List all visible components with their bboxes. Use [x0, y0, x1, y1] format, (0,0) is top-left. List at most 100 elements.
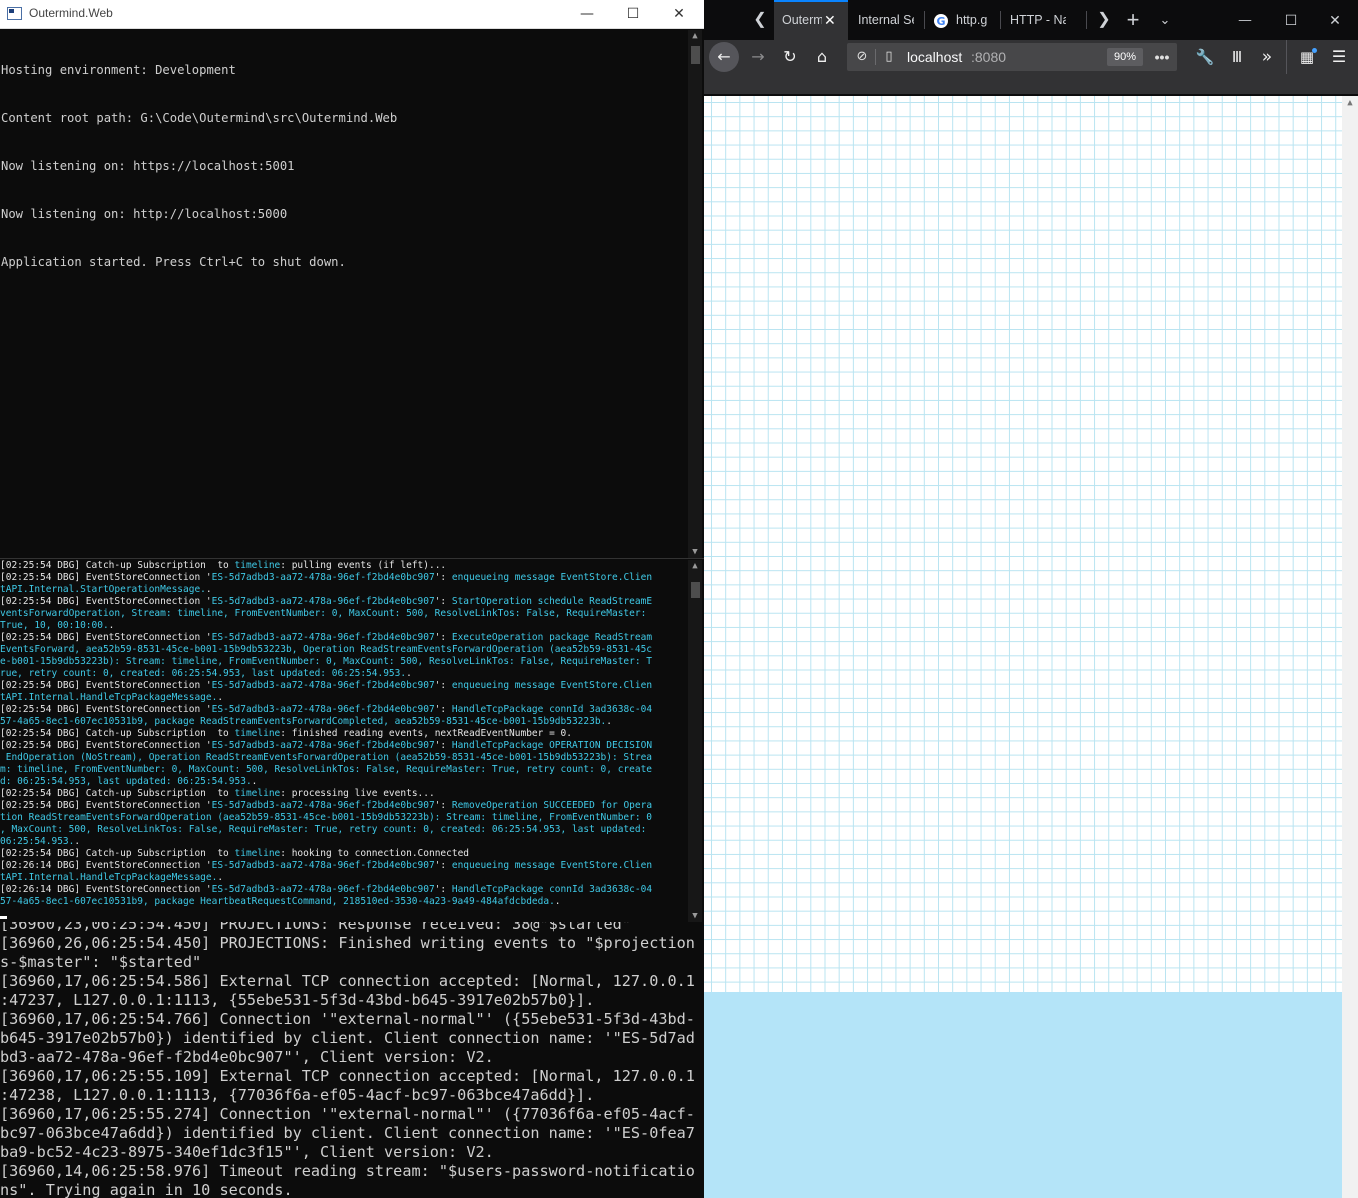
back-arrow-icon[interactable]: ← — [709, 42, 739, 72]
extensions-icon[interactable]: ▦ — [1296, 40, 1318, 74]
tab-label: Outermind.Web — [782, 13, 822, 27]
scroll-up-arrow-icon[interactable]: ▲ — [688, 561, 702, 571]
log-segment: StartOperation schedule ReadStreamE — [451, 596, 653, 607]
light-blue-panel[interactable] — [704, 992, 1342, 1198]
tab-http-g[interactable]: http.g — [956, 0, 990, 40]
close-button[interactable]: ✕ — [656, 0, 702, 28]
page-icon[interactable]: ▯ — [881, 43, 897, 71]
home-icon[interactable]: ⌂ — [810, 40, 834, 74]
console-scroll-thumb[interactable] — [691, 46, 700, 64]
eventstore-line: [36960,17,06:25:55.109] External TCP con… — [0, 1067, 695, 1085]
log-segment: [02:25:54 DBG] EventStoreConnection ' — [0, 740, 212, 751]
log-segment: e-b001-15b9db53223b): Stream: timeline, … — [0, 656, 653, 667]
url-host[interactable]: localhost — [907, 43, 962, 71]
log-segment: [02:25:54 DBG] EventStoreConnection ' — [0, 680, 212, 691]
log-segment: m: timeline, FromEventNumber: 0, MaxCoun… — [0, 764, 653, 775]
tab-scroll-left-icon[interactable]: ❮ — [748, 0, 772, 40]
tab-internal[interactable]: Internal Se — [858, 0, 914, 40]
log-line: [02:25:54 DBG] EventStoreConnection 'ES-… — [0, 596, 686, 608]
console-titlebar[interactable]: Outermind.Web — ☐ ✕ — [0, 0, 704, 29]
log-segment: timeline — [234, 848, 281, 859]
browser-close-button[interactable]: ✕ — [1312, 0, 1358, 40]
log-segment: RemoveOperation SUCCEEDED for Opera — [451, 800, 653, 811]
log-segment: HandleTcpPackage connId 3ad3638c-04 — [451, 884, 653, 895]
log-segment: ES-5d7adbd3-aa72-478a-96ef-f2bd4e0bc907 — [211, 704, 435, 715]
menu-icon[interactable]: ☰ — [1328, 40, 1350, 74]
console-window-title: Outermind.Web — [29, 6, 113, 20]
console-scrollbar[interactable]: ▲ ▼ — [688, 30, 702, 558]
log-segment: . — [74, 836, 81, 847]
log-segment: tion ReadStreamEventsForwardOperation (a… — [0, 812, 653, 823]
log-segment: ES-5d7adbd3-aa72-478a-96ef-f2bd4e0bc907 — [211, 800, 435, 811]
log-segment: [02:25:54 DBG] EventStoreConnection ' — [0, 704, 212, 715]
reload-icon[interactable]: ↻ — [778, 40, 802, 74]
console-line: Now listening on: http://localhost:5000 — [1, 207, 288, 221]
tab-strip: ❮ Outermind.Web ✕ Internal Se G http.g H… — [704, 0, 1358, 40]
zoom-level-badge[interactable]: 90% — [1107, 48, 1143, 66]
scroll-up-arrow-icon[interactable]: ▲ — [1342, 98, 1358, 108]
scroll-down-arrow-icon[interactable]: ▼ — [688, 547, 702, 557]
toolbar-bottom — [704, 74, 1358, 96]
tab-list-icon[interactable]: ⌄ — [1154, 0, 1176, 40]
wrench-icon[interactable]: 🔧 — [1194, 40, 1216, 74]
scroll-up-arrow-icon[interactable]: ▲ — [688, 31, 702, 41]
log-segment: enqueueing message EventStore.Clien — [451, 860, 653, 871]
log-segment: True, 10, 00:10:00. — [0, 620, 109, 631]
console-line: Hosting environment: Development — [1, 63, 236, 77]
tab-outermind[interactable]: Outermind.Web ✕ — [774, 0, 848, 40]
library-icon[interactable]: Ⅲ — [1226, 40, 1248, 74]
log-segment: [02:25:54 DBG] EventStoreConnection ' — [0, 572, 212, 583]
toolbar-right: 🔧 Ⅲ » ▦ ☰ — [1192, 40, 1358, 74]
page-actions-icon[interactable]: ••• — [1151, 43, 1173, 71]
log-segment: ': — [434, 596, 452, 607]
url-separator — [875, 49, 876, 65]
scroll-down-arrow-icon[interactable]: ▼ — [688, 911, 702, 921]
url-bar[interactable]: ⊘ ▯ localhost :8080 90% ••• — [847, 43, 1177, 71]
log-segment: ExecuteOperation package ReadStream — [451, 632, 653, 643]
tracking-protection-icon[interactable]: ⊘ — [853, 43, 871, 71]
page-scrollbar[interactable]: ▲ — [1342, 96, 1358, 1198]
forward-arrow-icon[interactable]: → — [746, 40, 770, 74]
eventstore-line: [36960,17,06:25:54.586] External TCP con… — [0, 972, 695, 990]
browser-maximize-button[interactable]: ☐ — [1268, 0, 1314, 40]
tab-scroll-right-icon[interactable]: ❯ — [1094, 0, 1114, 40]
log-line: [02:26:14 DBG] EventStoreConnection 'ES-… — [0, 860, 686, 872]
log-line: 57-4a65-8ec1-607ec10531b9, package ReadS… — [0, 716, 686, 728]
log-scroll-thumb[interactable] — [691, 582, 700, 598]
google-icon: G — [933, 0, 949, 40]
notification-dot — [1312, 48, 1317, 53]
log-segment: . — [217, 872, 224, 883]
browser-minimize-button[interactable]: — — [1222, 0, 1268, 40]
eventstore-line: :47237, L127.0.0.1:1113, {55ebe531-5f3d-… — [0, 991, 595, 1009]
log-segment: timeline — [234, 560, 281, 571]
overflow-icon[interactable]: » — [1256, 40, 1278, 74]
log-segment: ES-5d7adbd3-aa72-478a-96ef-f2bd4e0bc907 — [211, 884, 435, 895]
log-scrollbar[interactable]: ▲ ▼ — [688, 560, 702, 922]
log-line: , MaxCount: 500, ResolveLinkTos: False, … — [0, 824, 686, 836]
console-app-icon — [7, 7, 22, 20]
log-line: [02:25:54 DBG] EventStoreConnection 'ES-… — [0, 740, 686, 752]
log-segment: ventsForwardOperation, Stream: timeline,… — [0, 608, 647, 619]
log-line: [02:25:54 DBG] EventStoreConnection 'ES-… — [0, 680, 686, 692]
log-segment: ES-5d7adbd3-aa72-478a-96ef-f2bd4e0bc907 — [211, 572, 435, 583]
log-segment: . — [554, 896, 561, 907]
log-line: [02:25:54 DBG] Catch-up Subscription to … — [0, 788, 686, 800]
page-content[interactable] — [704, 96, 1342, 1198]
log-segment: : pulling events (if left)... — [280, 560, 447, 571]
tab-http-na[interactable]: HTTP - Na — [1010, 0, 1066, 40]
toolbar-separator — [1286, 40, 1295, 74]
log-segment: ': — [434, 800, 452, 811]
log-segment: ': — [434, 680, 452, 691]
maximize-button[interactable]: ☐ — [610, 0, 656, 28]
log-segment: [02:25:54 DBG] Catch-up Subscription to — [0, 848, 235, 859]
log-segment: HandleTcpPackage connId 3ad3638c-04 — [451, 704, 653, 715]
minimize-button[interactable]: — — [564, 0, 610, 28]
new-tab-icon[interactable]: + — [1122, 0, 1144, 40]
url-port[interactable]: :8080 — [971, 43, 1006, 71]
log-line: tion ReadStreamEventsForwardOperation (a… — [0, 812, 686, 824]
log-segment: ES-5d7adbd3-aa72-478a-96ef-f2bd4e0bc907 — [211, 680, 435, 691]
log-line: [02:25:54 DBG] EventStoreConnection 'ES-… — [0, 632, 686, 644]
tab-close-icon[interactable]: ✕ — [824, 2, 836, 38]
log-segment: ES-5d7adbd3-aa72-478a-96ef-f2bd4e0bc907 — [211, 860, 435, 871]
grid-canvas[interactable] — [704, 96, 1342, 992]
